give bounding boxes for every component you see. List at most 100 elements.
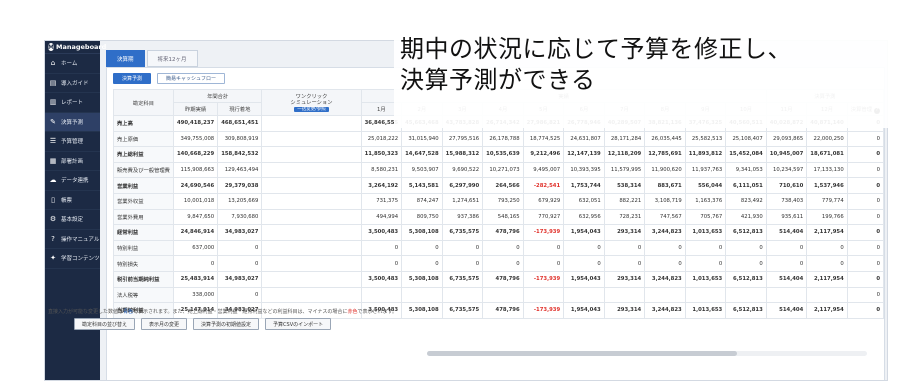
month-cell[interactable]: 15,452,084: [725, 146, 767, 163]
month-cell[interactable]: 0: [806, 239, 848, 257]
month-cell[interactable]: 12,785,691: [644, 146, 686, 163]
simulation-cell[interactable]: [261, 255, 362, 272]
month-cell[interactable]: 1,013,653: [684, 224, 727, 241]
month-cell[interactable]: 514,404: [765, 302, 808, 319]
month-cell[interactable]: [806, 286, 848, 304]
app-logo[interactable]: M Manageboard: [45, 41, 106, 54]
annual-cell[interactable]: 29,379,038: [217, 177, 263, 194]
month-cell[interactable]: [401, 286, 443, 304]
sidebar-item-4[interactable]: ☰ 予算管理: [45, 132, 100, 152]
tab-1[interactable]: 将来12ヶ月: [146, 50, 198, 67]
month-cell[interactable]: 11,900,620: [644, 161, 686, 179]
annual-cell[interactable]: 13,205,669: [217, 192, 263, 210]
annual-cell[interactable]: 490,418,237: [172, 115, 219, 132]
month-cell[interactable]: 264,566: [482, 177, 524, 194]
month-cell[interactable]: 293,314: [603, 270, 646, 288]
month-cell[interactable]: 0: [806, 255, 848, 272]
month-cell[interactable]: 1,274,651: [441, 192, 484, 210]
sidebar-item-1[interactable]: ▤ 導入ガイド: [45, 74, 100, 93]
annual-cell[interactable]: 24,846,914: [172, 224, 219, 241]
month-cell[interactable]: 12,147,139: [563, 146, 605, 163]
month-cell[interactable]: 22,000,250: [806, 130, 848, 148]
month-cell[interactable]: 478,796: [482, 302, 524, 319]
annual-cell[interactable]: 637,000: [172, 239, 219, 257]
month-cell[interactable]: 0: [360, 255, 403, 272]
month-cell[interactable]: 26,035,445: [644, 130, 686, 148]
month-cell[interactable]: 0: [644, 239, 686, 257]
month-cell[interactable]: 1,753,744: [563, 177, 605, 194]
month-cell[interactable]: 6,735,575: [441, 302, 484, 319]
simulation-cell[interactable]: [261, 224, 362, 241]
simulation-cell[interactable]: [261, 208, 362, 226]
month-cell[interactable]: 8,580,231: [360, 161, 403, 179]
month-cell[interactable]: 9,212,496: [522, 146, 565, 163]
action-button-1[interactable]: 表示月の変更: [141, 318, 188, 330]
annual-cell[interactable]: 0: [217, 239, 263, 257]
annual-cell[interactable]: 129,463,494: [217, 161, 263, 179]
month-cell[interactable]: 15,988,312: [441, 146, 484, 163]
simulation-cell[interactable]: [261, 270, 362, 288]
month-cell[interactable]: 9,503,907: [401, 161, 443, 179]
annual-cell[interactable]: 9,847,650: [172, 208, 219, 226]
month-cell[interactable]: 10,393,395: [563, 161, 605, 179]
month-cell[interactable]: 0: [360, 239, 403, 257]
month-cell[interactable]: [360, 286, 403, 304]
management-cell[interactable]: 0: [846, 286, 885, 304]
month-cell[interactable]: 1,163,376: [684, 192, 727, 210]
month-cell[interactable]: 10,271,073: [482, 161, 524, 179]
simulation-cell[interactable]: [261, 192, 362, 210]
sidebar-item-9[interactable]: ? 操作マニュアル: [45, 230, 100, 249]
management-cell[interactable]: 0: [846, 130, 885, 148]
simulation-cell[interactable]: [261, 130, 362, 148]
month-cell[interactable]: -173,939: [522, 270, 565, 288]
month-cell[interactable]: 514,404: [765, 224, 808, 241]
month-cell[interactable]: 1,013,653: [684, 302, 727, 319]
month-cell[interactable]: 2,117,954: [806, 224, 848, 241]
month-cell[interactable]: 11,937,763: [684, 161, 727, 179]
annual-cell[interactable]: 468,651,451: [217, 115, 263, 132]
month-cell[interactable]: 6,735,575: [441, 270, 484, 288]
month-cell[interactable]: 882,221: [603, 192, 646, 210]
annual-cell[interactable]: 309,808,919: [217, 130, 263, 148]
annual-cell[interactable]: 140,668,229: [172, 146, 219, 163]
month-cell[interactable]: 937,386: [441, 208, 484, 226]
simulation-cell[interactable]: [261, 146, 362, 163]
scrollbar-thumb[interactable]: [427, 351, 737, 356]
view-button-0[interactable]: 決算予測: [113, 73, 152, 84]
month-cell[interactable]: 12,118,209: [603, 146, 646, 163]
action-button-0[interactable]: 勘定科目の並び替え: [74, 318, 136, 330]
month-cell[interactable]: 0: [401, 239, 443, 257]
management-cell[interactable]: 0: [846, 239, 885, 257]
month-cell[interactable]: 5,143,581: [401, 177, 443, 194]
management-cell[interactable]: 0: [846, 146, 885, 163]
month-cell[interactable]: 199,766: [806, 208, 848, 226]
month-cell[interactable]: [522, 286, 565, 304]
management-cell[interactable]: 0: [846, 270, 885, 288]
management-cell[interactable]: 0: [846, 177, 885, 194]
sidebar-item-2[interactable]: ▥ レポート: [45, 93, 100, 113]
management-cell[interactable]: 0: [846, 192, 885, 210]
month-cell[interactable]: 3,264,192: [360, 177, 403, 194]
month-cell[interactable]: [765, 286, 808, 304]
month-cell[interactable]: 679,929: [522, 192, 565, 210]
tab-0[interactable]: 決算期: [106, 50, 145, 67]
month-cell[interactable]: 24,631,807: [563, 130, 605, 148]
view-button-1[interactable]: 簡易キャッシュフロー: [157, 73, 226, 84]
month-cell[interactable]: 3,500,483: [360, 270, 403, 288]
month-cell[interactable]: 293,314: [603, 302, 646, 319]
month-cell[interactable]: 1,013,653: [684, 270, 727, 288]
month-cell[interactable]: [603, 286, 646, 304]
month-cell[interactable]: 6,512,813: [725, 224, 767, 241]
month-cell[interactable]: 728,231: [603, 208, 646, 226]
month-cell[interactable]: 494,994: [360, 208, 403, 226]
month-cell[interactable]: 3,244,823: [644, 224, 686, 241]
month-cell[interactable]: 883,671: [644, 177, 686, 194]
month-cell[interactable]: 793,250: [482, 192, 524, 210]
month-cell[interactable]: 2,117,954: [806, 302, 848, 319]
month-cell[interactable]: 935,611: [765, 208, 808, 226]
month-cell[interactable]: [684, 286, 727, 304]
month-cell[interactable]: 0: [563, 239, 605, 257]
month-cell[interactable]: 0: [725, 239, 767, 257]
month-cell[interactable]: 514,404: [765, 270, 808, 288]
month-cell[interactable]: 31,015,940: [401, 130, 443, 148]
